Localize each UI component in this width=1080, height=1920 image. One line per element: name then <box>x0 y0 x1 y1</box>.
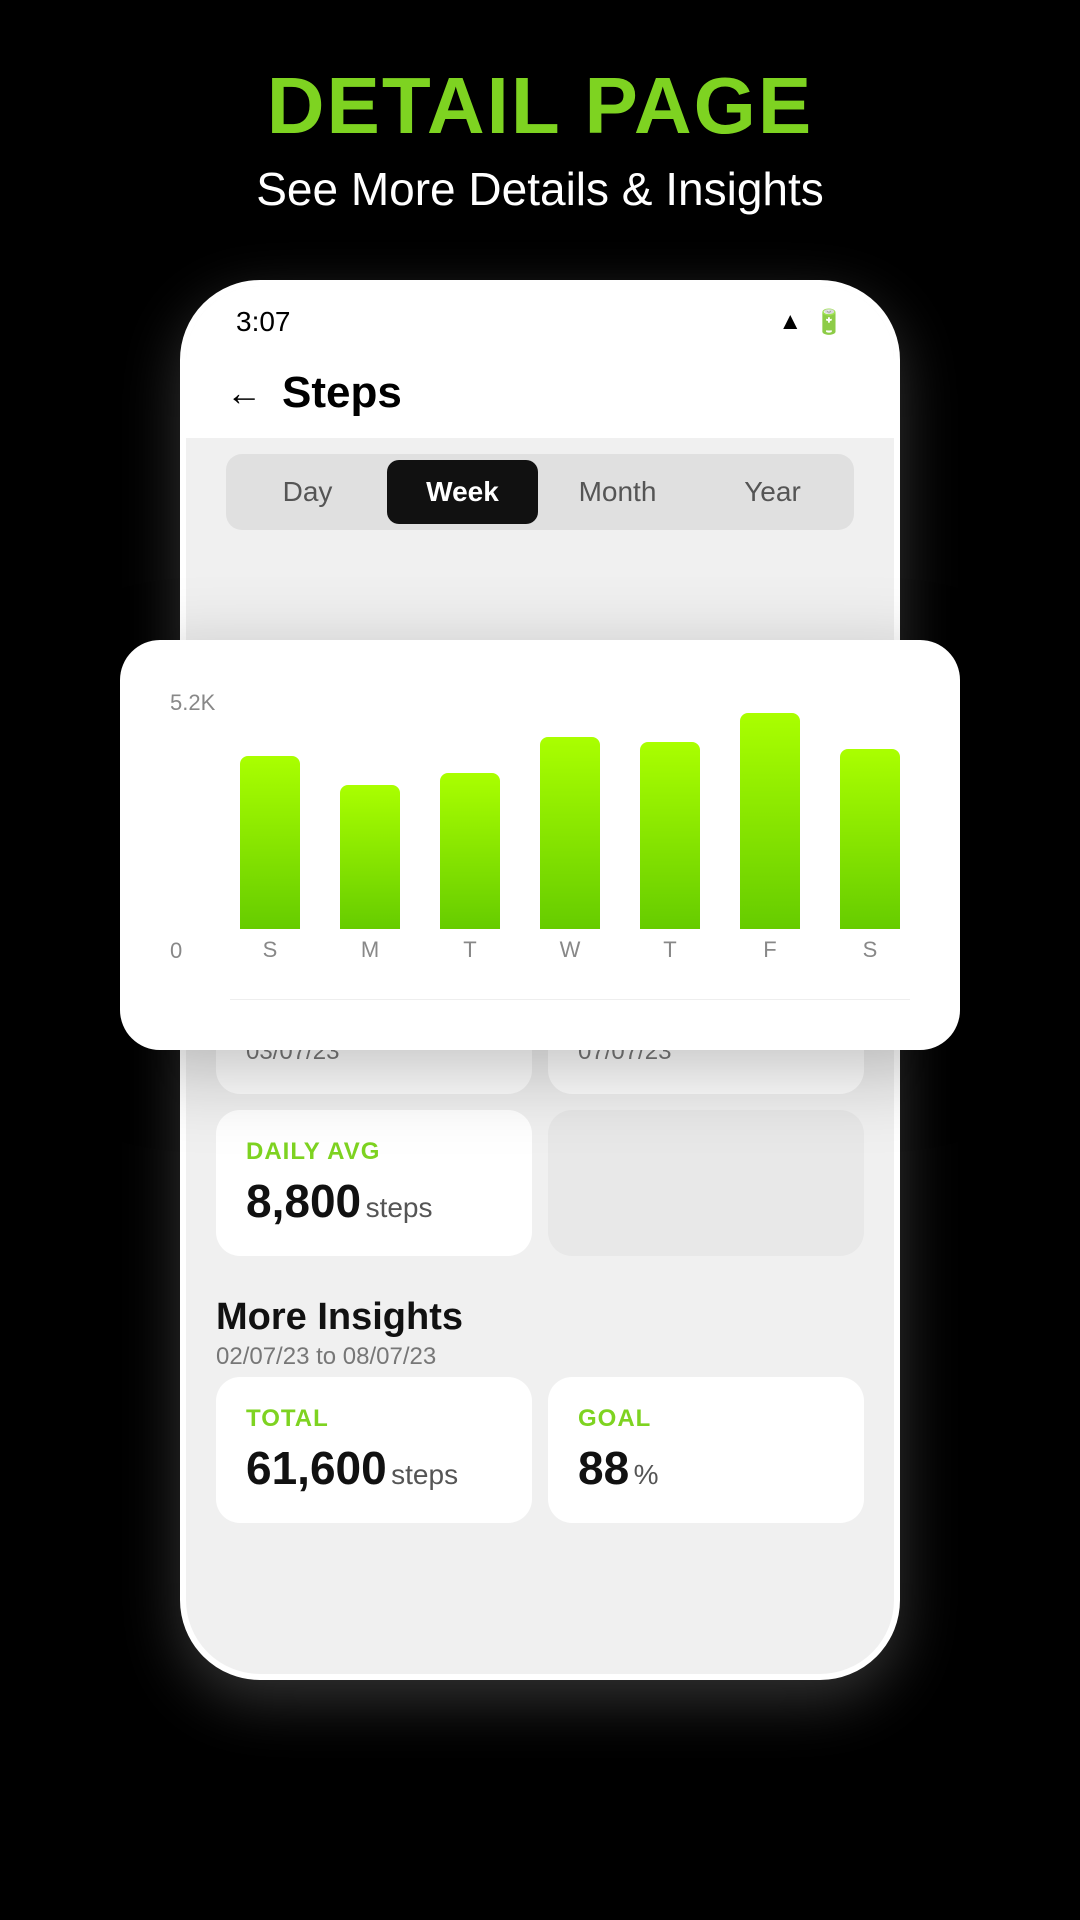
insights-title: More Insights <box>216 1296 864 1339</box>
bar-group: W <box>530 737 610 963</box>
tabs-container: Day Week Month Year <box>186 438 894 546</box>
goal-unit: % <box>634 1459 659 1490</box>
goal-value-row: 88 % <box>578 1441 834 1495</box>
app-title: Steps <box>282 368 402 418</box>
goal-card: GOAL 88 % <box>548 1377 864 1523</box>
bar <box>540 737 600 929</box>
bar-day-label: T <box>463 937 476 963</box>
bar-day-label: S <box>863 937 878 963</box>
bar-group: M <box>330 785 410 963</box>
insights-header: More Insights 02/07/23 to 08/07/23 <box>186 1286 894 1377</box>
bar-group: S <box>230 756 310 963</box>
wifi-icon: ▲ <box>778 308 802 336</box>
bar <box>640 742 700 929</box>
bar <box>840 749 900 929</box>
bar-day-label: W <box>560 937 581 963</box>
y-label-top: 5.2K <box>170 690 215 716</box>
tab-week[interactable]: Week <box>387 460 538 524</box>
header-subtitle: See More Details & Insights <box>0 162 1080 216</box>
total-value: 61,600 <box>246 1442 387 1494</box>
bar-group: T <box>630 742 710 963</box>
status-bar: 3:07 ▲ 🔋 <box>186 286 894 348</box>
tab-group: Day Week Month Year <box>226 454 854 530</box>
daily-avg-value: 8,800 <box>246 1175 361 1227</box>
back-button[interactable]: ← <box>226 372 262 414</box>
total-value-row: 61,600 steps <box>246 1441 502 1495</box>
empty-card <box>548 1110 864 1256</box>
daily-avg-label: DAILY AVG <box>246 1138 502 1166</box>
bar <box>340 785 400 929</box>
daily-avg-card: DAILY AVG 8,800 steps <box>216 1110 532 1256</box>
status-time: 3:07 <box>236 306 291 338</box>
bar-group: T <box>430 773 510 963</box>
bar-day-label: S <box>263 937 278 963</box>
bar <box>440 773 500 929</box>
bar <box>740 713 800 929</box>
goal-label: GOAL <box>578 1405 834 1433</box>
total-label: TOTAL <box>246 1405 502 1433</box>
y-label-bottom: 0 <box>170 938 182 964</box>
page-header: DETAIL PAGE See More Details & Insights <box>0 0 1080 216</box>
tab-day[interactable]: Day <box>232 460 383 524</box>
chart-card: 5.2K 0 S M T W T F S <box>120 640 960 1050</box>
total-card: TOTAL 61,600 steps <box>216 1377 532 1523</box>
bar-group: S <box>830 749 910 963</box>
insights-grid: TOTAL 61,600 steps GOAL 88 % <box>186 1377 894 1553</box>
status-icons: ▲ 🔋 <box>778 308 844 337</box>
bar-day-label: M <box>361 937 379 963</box>
bar-group: F <box>730 713 810 963</box>
battery-icon: 🔋 <box>814 308 844 337</box>
app-header: ← Steps <box>186 348 894 438</box>
bar-day-label: F <box>763 937 776 963</box>
tab-month[interactable]: Month <box>542 460 693 524</box>
bars-container: SMTWTFS <box>230 680 910 1000</box>
total-unit: steps <box>391 1459 458 1490</box>
phone-wrapper: 3:07 ▲ 🔋 ← Steps Day Week Month Year MIN <box>180 280 900 1680</box>
bar <box>240 756 300 929</box>
daily-avg-unit: steps <box>366 1192 433 1223</box>
goal-value: 88 <box>578 1442 629 1494</box>
daily-avg-value-row: 8,800 steps <box>246 1174 502 1228</box>
tab-year[interactable]: Year <box>697 460 848 524</box>
insights-date: 02/07/23 to 08/07/23 <box>216 1343 864 1371</box>
bar-day-label: T <box>663 937 676 963</box>
chart-area: 5.2K 0 S M T W T F S <box>170 680 910 1000</box>
header-title: DETAIL PAGE <box>0 60 1080 152</box>
